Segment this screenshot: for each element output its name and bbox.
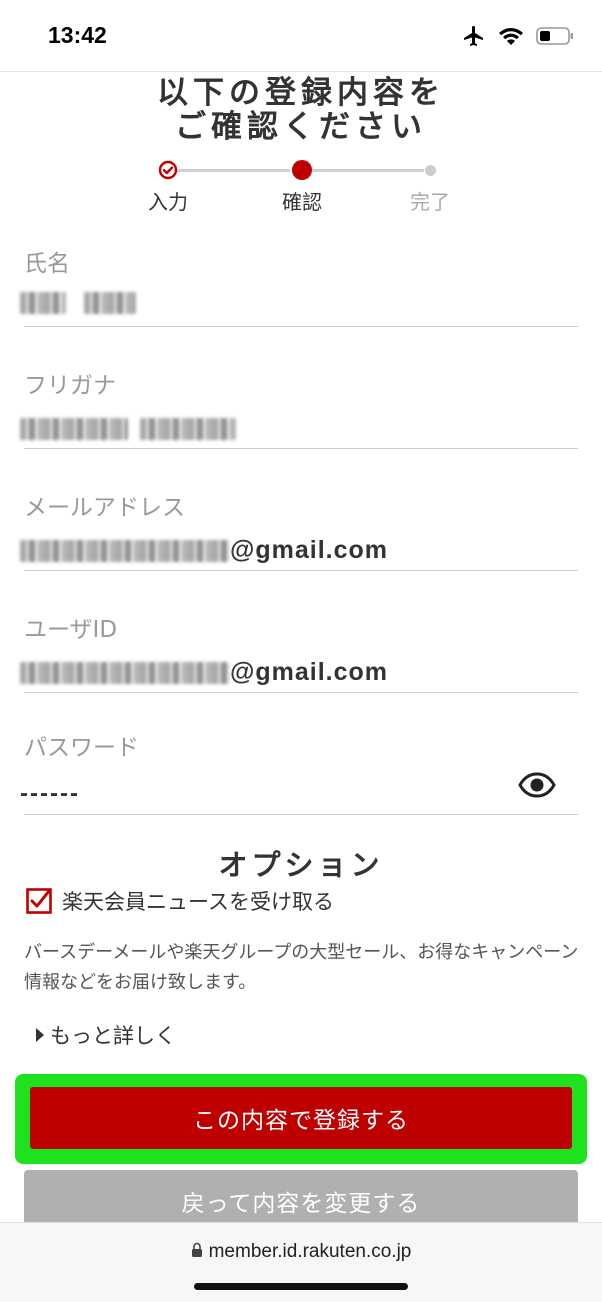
furigana-label: フリガナ xyxy=(24,373,116,399)
email-field: メールアドレス @gmail.com xyxy=(20,484,578,571)
newsletter-checkbox[interactable] xyxy=(26,888,52,914)
airplane-icon xyxy=(462,24,486,52)
name-value xyxy=(20,292,136,314)
newsletter-description: バースデーメールや楽天グループの大型セール、お得なキャンペーン情報などをお届け致… xyxy=(24,942,579,993)
lock-icon xyxy=(191,1242,203,1262)
newsletter-label[interactable]: 楽天会員ニュースを受け取る xyxy=(62,886,334,916)
step-pending-dot xyxy=(425,165,436,176)
email-value: @gmail.com xyxy=(20,536,388,565)
submit-button[interactable]: この内容で登録する xyxy=(30,1087,572,1149)
page-title-line-2: ご確認ください xyxy=(175,109,427,145)
url-row[interactable]: member.id.rakuten.co.jp xyxy=(0,1241,602,1263)
stepper-line xyxy=(312,169,424,172)
more-details-link[interactable]: もっと詳しく xyxy=(36,1020,176,1050)
step-done-check-icon xyxy=(158,160,178,180)
home-indicator[interactable] xyxy=(194,1283,408,1290)
user-id-value: @gmail.com xyxy=(20,658,388,687)
masked-text xyxy=(20,539,230,562)
masked-text xyxy=(84,292,136,314)
page-title-line-1: 以下の登録内容を xyxy=(157,75,445,111)
email-label: メールアドレス xyxy=(24,495,185,521)
masked-text xyxy=(20,292,66,314)
user-id-field: ユーザID @gmail.com xyxy=(20,606,578,693)
name-label: 氏名 xyxy=(24,251,70,277)
eye-icon[interactable] xyxy=(518,772,556,802)
password-label: パスワード xyxy=(24,735,139,761)
newsletter-checkbox-row[interactable]: 楽天会員ニュースを受け取る xyxy=(26,886,334,916)
email-domain: @gmail.com xyxy=(230,536,389,564)
step-label-complete: 完了 xyxy=(410,190,450,214)
furigana-value xyxy=(20,418,236,440)
masked-text xyxy=(20,418,128,440)
url-text[interactable]: member.id.rakuten.co.jp xyxy=(209,1241,412,1263)
status-bar: 13:42 xyxy=(0,0,602,72)
progress-stepper: 入力 確認 完了 xyxy=(0,158,602,218)
more-details-label[interactable]: もっと詳しく xyxy=(50,1020,176,1050)
status-time: 13:42 xyxy=(48,22,107,48)
furigana-field: フリガナ xyxy=(20,362,578,449)
status-icons xyxy=(462,24,574,52)
step-label-confirm: 確認 xyxy=(282,190,322,214)
masked-text xyxy=(140,418,236,440)
triangle-right-icon xyxy=(36,1028,44,1042)
password-masked: ------ xyxy=(20,780,80,807)
password-field: パスワード ------ xyxy=(20,728,578,815)
wifi-icon xyxy=(498,26,524,50)
user-id-label: ユーザID xyxy=(24,617,118,643)
user-id-domain: @gmail.com xyxy=(230,658,389,686)
password-value: ------ xyxy=(20,780,80,808)
name-field: 氏名 xyxy=(20,240,578,327)
browser-url-bar[interactable]: member.id.rakuten.co.jp xyxy=(0,1222,602,1302)
step-label-input: 入力 xyxy=(148,190,188,214)
submit-button-highlight: この内容で登録する xyxy=(15,1074,587,1164)
masked-text xyxy=(20,661,230,684)
options-title: オプション xyxy=(218,848,384,882)
step-current-dot xyxy=(292,160,312,180)
battery-icon xyxy=(536,26,574,50)
stepper-line xyxy=(176,169,290,172)
